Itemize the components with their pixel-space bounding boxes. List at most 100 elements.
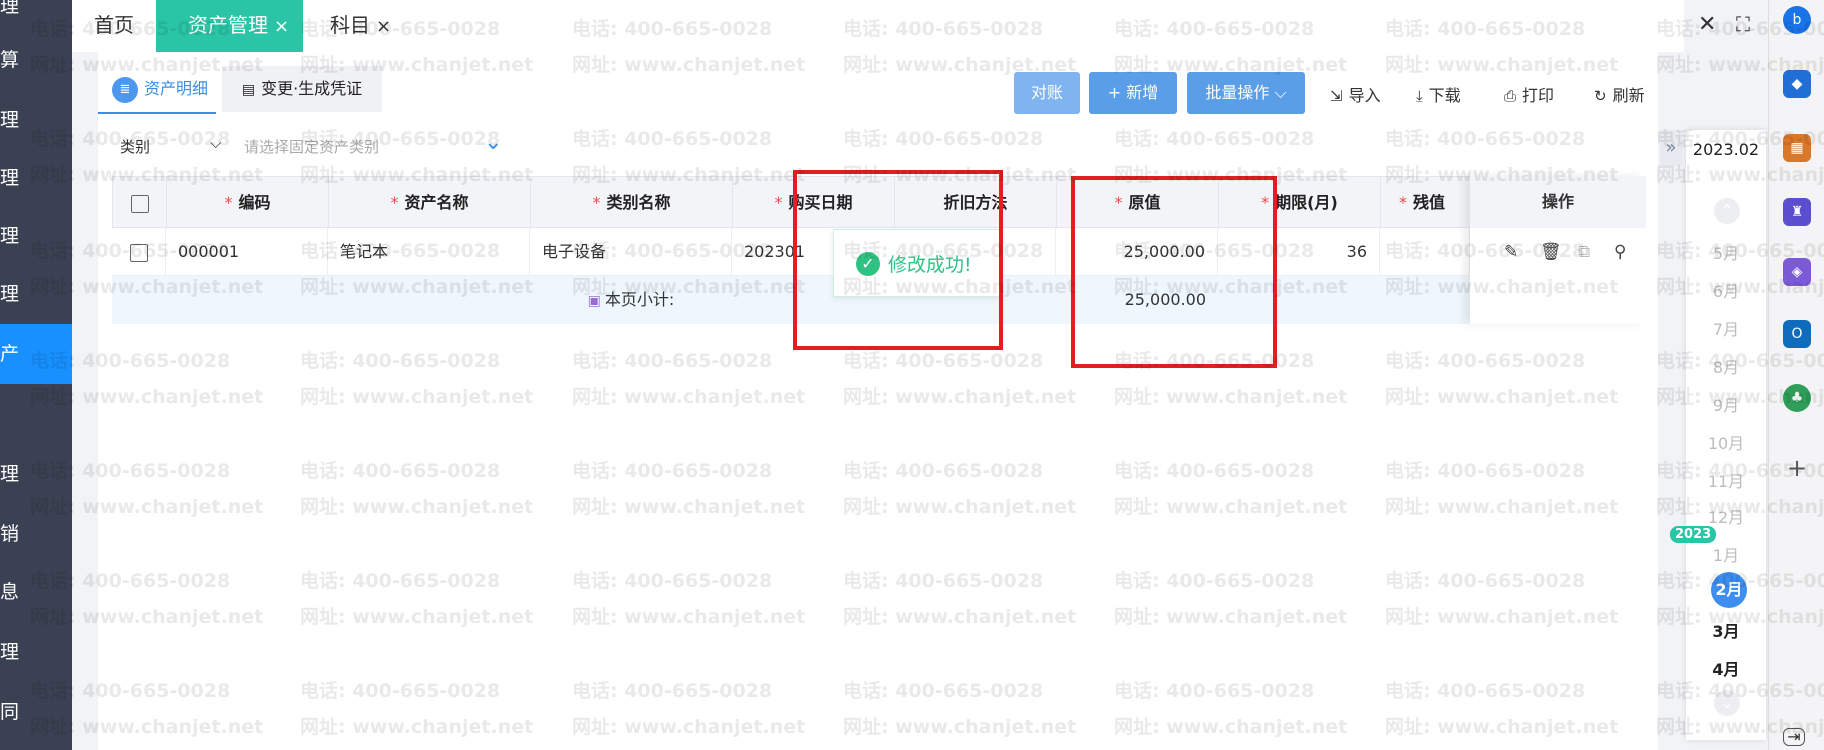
sidebar-item[interactable]: 同 [0, 692, 72, 732]
month-item[interactable]: 7月 [1686, 316, 1766, 340]
tree-icon[interactable]: ♣ [1783, 384, 1811, 412]
month-item[interactable]: 1月 [1686, 542, 1766, 566]
outlook-icon[interactable]: O [1783, 320, 1811, 348]
month-item[interactable]: 9月 [1686, 392, 1766, 416]
month-item[interactable]: 4月 [1686, 656, 1766, 680]
select-all-checkbox[interactable] [130, 194, 149, 213]
sidebar-item[interactable]: 理 [0, 100, 72, 140]
subtab-asset-detail[interactable]: ≣ 资产明细 [112, 66, 208, 112]
row-checkbox[interactable] [129, 243, 148, 262]
chevron-down-icon: ⌵ [1274, 83, 1287, 102]
sidebar-item-asset-active[interactable]: 产 [0, 324, 72, 384]
voucher-icon: ▤ [241, 82, 256, 98]
category-select[interactable]: 请选择固定资产类别 [244, 136, 379, 157]
sidebar-item[interactable]: 理 [0, 0, 72, 26]
button-label: 批量操作 [1205, 83, 1270, 102]
header-code[interactable]: * 编码 [167, 177, 329, 229]
subtab-label: 资产明细 [144, 79, 209, 98]
cell-category: 电子设备 [530, 228, 732, 276]
list-icon: ≣ [112, 76, 138, 103]
select-all-cell [113, 177, 167, 229]
year-badge: 2023 [1670, 526, 1717, 543]
tool-label: 刷新 [1612, 86, 1645, 105]
tool-label: 打印 [1522, 86, 1555, 105]
delete-icon[interactable]: 🗑 [1540, 242, 1562, 262]
refresh-button[interactable]: ↻ 刷新 [1594, 82, 1645, 106]
content-panel: ≣ 资产明细 ▤ 变更·生成凭证 对账 + 新增 批量操作 ⌵ ⇲ 导入 ⤓ 下载 ⎙ 打… [98, 52, 1658, 750]
month-item[interactable]: 10月 [1686, 430, 1766, 454]
add-button[interactable]: + 新增 [1089, 72, 1177, 114]
month-item[interactable]: 6月 [1686, 278, 1766, 302]
period-picker: 2023.02 ⌃ 5月 6月 7月 8月 9月 10月 11月 12月 202… [1670, 130, 1766, 740]
import-icon: ⇲ [1330, 87, 1343, 105]
fullscreen-icon[interactable]: ⛶ [1736, 12, 1750, 36]
header-actions: 操作 [1470, 176, 1646, 228]
add-icon[interactable]: + [1783, 454, 1811, 482]
top-tab-bar: 首页 资产管理 × 科目 × ✕ ⛶ [72, 0, 1750, 52]
scroll-down-icon[interactable]: ⌄ [1714, 690, 1740, 716]
copy-icon[interactable]: ⧉ [1578, 242, 1590, 262]
highlight-box-purchase-date [793, 170, 1003, 350]
download-icon: ⤓ [1416, 87, 1423, 105]
month-item[interactable]: 12月 [1686, 504, 1766, 528]
tool-label: 下载 [1428, 86, 1461, 105]
sidebar-item[interactable]: 销 [0, 514, 72, 554]
header-residual[interactable]: * 残值 [1381, 177, 1471, 229]
month-item[interactable]: 3月 [1686, 618, 1766, 642]
collapse-expand-icon[interactable]: » [1660, 130, 1682, 166]
filter-category-label: 类别 [120, 138, 151, 156]
sidebar-item[interactable]: 算 [0, 40, 72, 80]
bing-icon[interactable]: b [1783, 6, 1811, 34]
reconcile-button[interactable]: 对账 [1014, 72, 1080, 114]
header-category-name[interactable]: * 类别名称 [531, 177, 733, 229]
import-button[interactable]: ⇲ 导入 [1330, 82, 1381, 106]
month-item[interactable]: 8月 [1686, 354, 1766, 378]
edit-icon[interactable]: ✎ [1504, 242, 1518, 262]
subtab-change-voucher[interactable]: ▤ 变更·生成凭证 [222, 66, 382, 112]
subtab-label: 变更·生成凭证 [261, 79, 363, 98]
month-item[interactable]: 5月 [1686, 240, 1766, 264]
download-button[interactable]: ⤓ 下载 [1416, 82, 1461, 106]
close-window-icon[interactable]: ✕ [1698, 12, 1716, 37]
sidebar-toggle-icon[interactable]: ⇥ [1783, 728, 1805, 746]
row-select-cell [112, 228, 166, 276]
header-asset-name[interactable]: * 资产名称 [329, 177, 531, 229]
active-subtab-indicator [98, 112, 216, 114]
calculator-icon: ▣ [587, 293, 601, 309]
cell-asset-name: 笔记本 [328, 228, 530, 276]
cell-residual [1380, 228, 1470, 276]
batch-operation-button[interactable]: 批量操作 ⌵ [1187, 72, 1305, 114]
left-sidebar: 理 算 理 理 理 理 产 理 销 息 理 同 [0, 0, 72, 750]
chevron-down-icon[interactable]: ⌵ [210, 134, 221, 152]
sidebar-item[interactable]: 理 [0, 454, 72, 494]
tab-label: 资产管理 [188, 13, 268, 37]
tab-accounts[interactable]: 科目 × [330, 0, 391, 52]
copilot-icon[interactable]: ◈ [1783, 258, 1811, 286]
sidebar-item[interactable]: 理 [0, 274, 72, 314]
tab-asset-management[interactable]: 资产管理 × [156, 0, 304, 52]
sidebar-item[interactable]: 理 [0, 632, 72, 672]
scroll-up-icon[interactable]: ⌃ [1714, 198, 1740, 224]
tool-label: 导入 [1348, 86, 1381, 105]
chess-icon[interactable]: ♜ [1783, 198, 1811, 226]
current-period[interactable]: 2023.02 [1686, 140, 1766, 159]
expand-filter-icon[interactable]: ⌄ [484, 130, 502, 155]
briefcase-icon[interactable]: ▦ [1783, 134, 1811, 162]
actions-column: 操作 ✎ 🗑 ⧉ ⚲ [1470, 176, 1646, 324]
month-item-selected[interactable]: 2月 [1711, 572, 1747, 608]
print-icon: ⎙ [1504, 87, 1517, 105]
close-icon[interactable]: × [274, 16, 289, 37]
close-icon[interactable]: × [376, 16, 391, 37]
sidebar-item[interactable]: 理 [0, 158, 72, 198]
refresh-icon: ↻ [1594, 87, 1607, 105]
tag-icon[interactable]: ◆ [1783, 70, 1811, 98]
print-button[interactable]: ⎙ 打印 [1504, 82, 1554, 106]
subtotal-label: ▣ 本页小计: [587, 290, 675, 309]
tab-label: 首页 [94, 13, 134, 37]
stamp-icon[interactable]: ⚲ [1614, 242, 1626, 262]
month-item[interactable]: 11月 [1686, 468, 1766, 492]
app-rail: b ◆ ▦ ♜ ◈ O ♣ + ⇥ [1768, 0, 1824, 750]
sidebar-item[interactable]: 息 [0, 572, 72, 612]
sidebar-item[interactable]: 理 [0, 216, 72, 256]
tab-home[interactable]: 首页 [94, 0, 134, 52]
